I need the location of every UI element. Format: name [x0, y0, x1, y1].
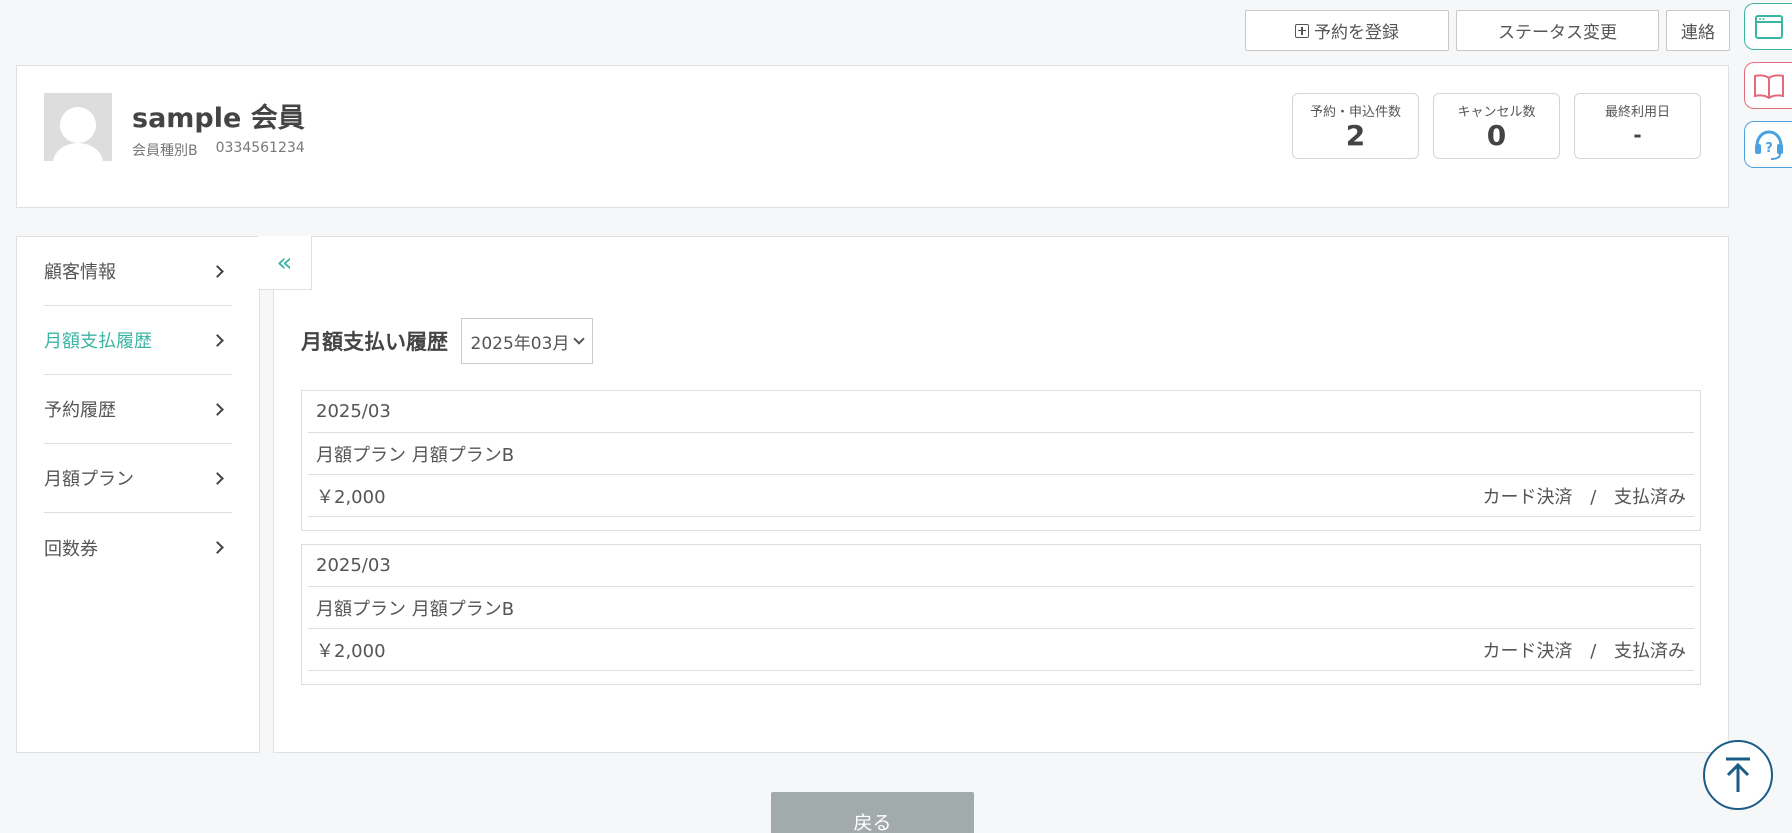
arrow-up-icon [1726, 757, 1750, 792]
stat-last-use: 最終利用日 - [1574, 93, 1701, 159]
record-amount-row: ￥2,000 カード決済 / 支払済み [308, 629, 1694, 671]
contact-button[interactable]: 連絡 [1666, 10, 1730, 51]
sidebar-item-coupon-tickets[interactable]: 回数券 [44, 513, 232, 582]
sidebar-collapse-button[interactable]: « [258, 236, 312, 290]
chevron-down-icon [573, 333, 586, 345]
sidebar-item-monthly-plan[interactable]: 月額プラン [44, 444, 232, 513]
register-reservation-button[interactable]: 予約を登録 [1245, 10, 1449, 51]
stat-label: 最終利用日 [1604, 105, 1670, 120]
page-title: 月額支払い履歴 [301, 330, 448, 354]
record-status: 支払済み [1614, 486, 1686, 508]
help-headset-icon[interactable]: ? [1744, 121, 1792, 168]
back-button[interactable]: 戻る [771, 792, 974, 833]
payment-records: 2025/03 月額プラン 月額プランB ￥2,000 カード決済 / 支払済み… [301, 390, 1701, 698]
record-plan-row: 月額プラン 月額プランB [308, 587, 1694, 629]
chevron-right-icon [211, 471, 224, 485]
stat-label: キャンセル数 [1457, 105, 1536, 120]
browser-window-icon[interactable] [1744, 3, 1792, 50]
record-month: 2025/03 [316, 555, 391, 576]
sidebar-item-label: 月額支払履歴 [44, 331, 152, 352]
main-panel: 月額支払い履歴 2025年03月 2025/03 月額プラン 月額プランB ￥2… [273, 236, 1729, 753]
stat-cancellations: キャンセル数 0 [1433, 93, 1560, 159]
double-chevron-left-icon: « [276, 247, 293, 278]
record-month-row: 2025/03 [308, 391, 1694, 433]
chevron-right-icon [211, 333, 224, 347]
member-name: sample 会員 [132, 103, 305, 134]
record-month: 2025/03 [316, 401, 391, 422]
month-select[interactable]: 2025年03月 [461, 318, 593, 364]
side-shortcuts: ? [1742, 3, 1792, 168]
record-separator: / [1590, 640, 1597, 662]
record-amount-row: ￥2,000 カード決済 / 支払済み [308, 475, 1694, 517]
stat-reservations: 予約・申込件数 2 [1292, 93, 1419, 159]
member-phone: 0334561234 [215, 140, 305, 156]
record-plan: 月額プラン 月額プランB [316, 444, 515, 466]
chevron-right-icon [211, 402, 224, 416]
sidebar-item-reservation-history[interactable]: 予約履歴 [44, 375, 232, 444]
payment-record: 2025/03 月額プラン 月額プランB ￥2,000 カード決済 / 支払済み [301, 390, 1701, 531]
sidebar-item-monthly-payments[interactable]: 月額支払履歴 [44, 306, 232, 375]
stat-value: - [1633, 123, 1642, 147]
book-icon[interactable] [1744, 62, 1792, 109]
member-meta: 会員種別B 0334561234 [132, 140, 305, 160]
sidebar-nav: 顧客情報 月額支払履歴 予約履歴 月額プラン 回数券 [44, 237, 232, 582]
top-actions: 予約を登録 ステータス変更 連絡 [1245, 10, 1730, 51]
register-reservation-label: 予約を登録 [1314, 23, 1399, 43]
plus-square-icon [1295, 23, 1309, 38]
record-payment-status: カード決済 / 支払済み [1482, 483, 1686, 509]
sidebar-item-label: 月額プラン [44, 469, 134, 490]
sidebar-item-label: 回数券 [44, 538, 98, 560]
section-header: 月額支払い履歴 2025年03月 [301, 318, 593, 364]
chevron-right-icon [211, 264, 224, 278]
record-status: 支払済み [1614, 640, 1686, 662]
chevron-right-icon [211, 541, 224, 554]
record-payment-status: カード決済 / 支払済み [1482, 637, 1686, 663]
sidebar-item-customer-info[interactable]: 顧客情報 [44, 237, 232, 306]
record-amount: ￥2,000 [316, 486, 386, 508]
sidebar-item-label: 顧客情報 [44, 262, 116, 283]
avatar [44, 93, 112, 161]
stat-label: 予約・申込件数 [1309, 105, 1401, 120]
change-status-button[interactable]: ステータス変更 [1456, 10, 1659, 51]
record-month-row: 2025/03 [308, 545, 1694, 587]
sidebar: 顧客情報 月額支払履歴 予約履歴 月額プラン 回数券 [16, 236, 260, 753]
sidebar-item-label: 予約履歴 [44, 400, 116, 421]
stat-value: 2 [1345, 119, 1366, 152]
record-payment-method: カード決済 [1482, 486, 1573, 508]
scroll-to-top-button[interactable] [1703, 740, 1773, 810]
record-plan-row: 月額プラン 月額プランB [308, 433, 1694, 475]
record-amount: ￥2,000 [316, 640, 386, 662]
month-select-value: 2025年03月 [470, 333, 570, 354]
record-separator: / [1590, 486, 1597, 508]
record-payment-method: カード決済 [1482, 640, 1573, 662]
member-profile-card: sample 会員 会員種別B 0334561234 予約・申込件数 2 キャン… [16, 65, 1729, 208]
payment-record: 2025/03 月額プラン 月額プランB ￥2,000 カード決済 / 支払済み [301, 544, 1701, 685]
record-plan: 月額プラン 月額プランB [316, 598, 515, 620]
member-type: 会員種別B [132, 143, 198, 159]
member-stats: 予約・申込件数 2 キャンセル数 0 最終利用日 - [1292, 93, 1701, 159]
stat-value: 0 [1486, 119, 1507, 152]
svg-text:?: ? [1765, 141, 1773, 156]
